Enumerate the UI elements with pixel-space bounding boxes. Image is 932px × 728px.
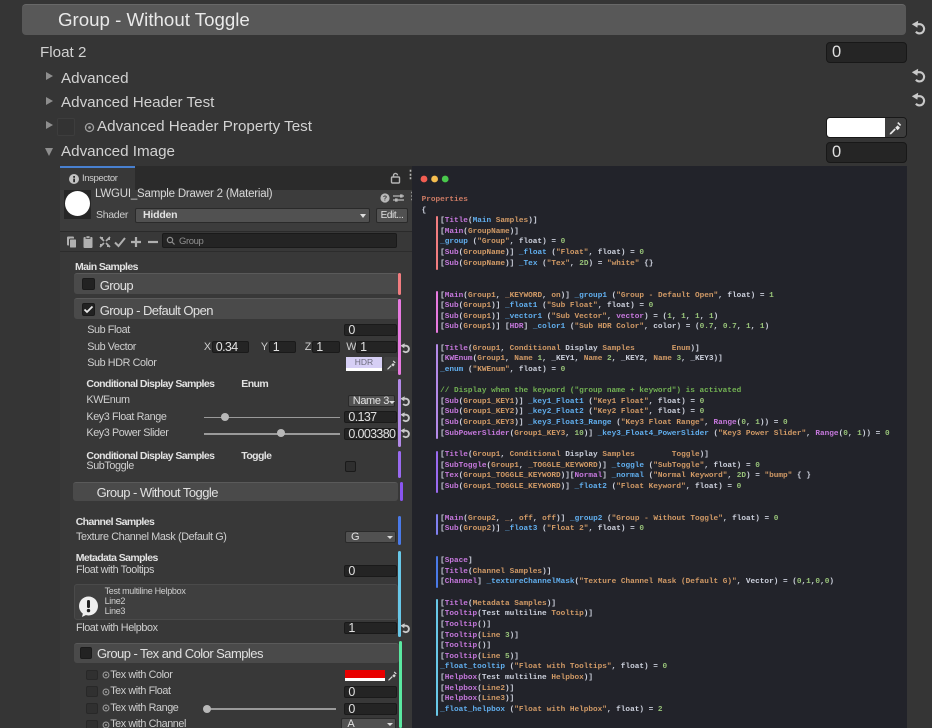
svg-text:?: ? (383, 196, 387, 203)
